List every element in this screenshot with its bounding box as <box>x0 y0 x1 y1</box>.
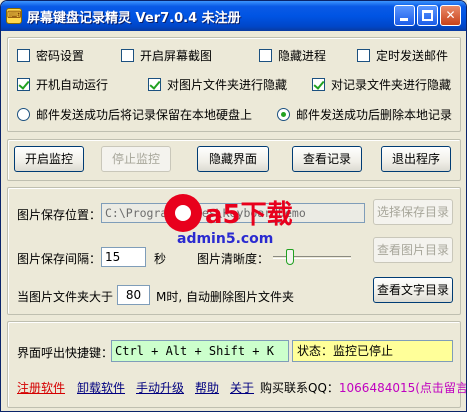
interval-input[interactable]: 15 <box>101 247 146 267</box>
view-images-button[interactable]: 查看图片目录 <box>373 237 453 263</box>
checkbox-box[interactable] <box>17 49 30 62</box>
minimize-button[interactable] <box>394 5 415 26</box>
clarity-slider[interactable] <box>271 248 353 266</box>
keyboard-app-icon: ⌨ <box>6 8 22 24</box>
start-monitor-button[interactable]: 开启监控 <box>14 146 84 172</box>
view-text-button[interactable]: 查看文字目录 <box>373 277 453 303</box>
close-button[interactable]: ✕ <box>440 5 461 26</box>
save-path-field[interactable]: C:\Program Files\KeyboardDemo <box>101 203 365 223</box>
qq-contact[interactable]: 购买联系QQ：1066484015(点击留言) <box>260 379 466 396</box>
slider-thumb[interactable] <box>286 249 294 265</box>
radio-dot[interactable] <box>277 108 290 121</box>
size-prefix-label: 当图片文件夹大于 <box>17 290 114 304</box>
keep-local-radio[interactable]: 邮件发送成功后将记录保留在本地硬盘上 <box>17 106 252 123</box>
uninstall-link[interactable]: 卸载软件 <box>77 379 125 396</box>
qq-label: 购买联系QQ： <box>260 381 339 395</box>
size-limit-input[interactable]: 80 <box>117 285 150 305</box>
title-bar[interactable]: ⌨ 屏幕键盘记录精灵 Ver7.0.4 未注册 ✕ <box>1 1 466 31</box>
screenshot-checkbox[interactable]: 开启屏幕截图 <box>121 47 212 64</box>
hide-record-folder-checkbox[interactable]: 对记录文件夹进行隐藏 <box>312 76 451 93</box>
choose-dir-button[interactable]: 选择保存目录 <box>373 199 453 225</box>
interval-unit: 秒 <box>154 252 167 266</box>
delete-local-radio[interactable]: 邮件发送成功后删除本地记录 <box>277 106 452 123</box>
view-records-button[interactable]: 查看记录 <box>292 146 362 172</box>
qq-number[interactable]: 1066484015(点击留言) <box>339 381 466 395</box>
about-link[interactable]: 关于 <box>230 379 254 396</box>
clarity-label: 图片清晰度： <box>197 252 270 266</box>
main-window: ⌨ 屏幕键盘记录精灵 Ver7.0.4 未注册 ✕ 密码设置 开启屏幕截图 隐藏… <box>0 0 467 412</box>
hotkey-field[interactable]: Ctrl + Alt + Shift + K <box>111 340 289 362</box>
upgrade-link[interactable]: 手动升级 <box>136 379 184 396</box>
slider-track <box>273 256 351 259</box>
close-icon: ✕ <box>445 8 456 22</box>
stop-monitor-button[interactable]: 停止监控 <box>101 146 171 172</box>
size-suffix-label: M时, 自动删除图片文件夹 <box>156 290 294 304</box>
checkbox-box[interactable] <box>148 78 161 91</box>
path-label: 图片保存位置： <box>17 208 102 222</box>
hide-ui-button[interactable]: 隐藏界面 <box>197 146 269 172</box>
checkbox-box[interactable] <box>357 49 370 62</box>
exit-button[interactable]: 退出程序 <box>381 146 451 172</box>
checkbox-box[interactable] <box>312 78 325 91</box>
checkbox-box[interactable] <box>259 49 272 62</box>
interval-label: 图片保存间隔： <box>17 252 102 266</box>
register-link[interactable]: 注册软件 <box>17 379 65 396</box>
maximize-button[interactable] <box>417 5 438 26</box>
autostart-checkbox[interactable]: 开机自动运行 <box>17 76 108 93</box>
checkbox-box[interactable] <box>17 78 30 91</box>
password-checkbox[interactable]: 密码设置 <box>17 47 84 64</box>
checkbox-box[interactable] <box>121 49 134 62</box>
status-field: 状态：监控已停止 <box>292 340 453 362</box>
hide-process-checkbox[interactable]: 隐藏进程 <box>259 47 326 64</box>
hide-image-folder-checkbox[interactable]: 对图片文件夹进行隐藏 <box>148 76 287 93</box>
hotkey-label: 界面呼出快捷键： <box>17 346 114 360</box>
maximize-icon <box>422 10 433 21</box>
timed-email-checkbox[interactable]: 定时发送邮件 <box>357 47 448 64</box>
help-link[interactable]: 帮助 <box>195 379 219 396</box>
window-title: 屏幕键盘记录精灵 Ver7.0.4 未注册 <box>27 11 241 26</box>
radio-dot[interactable] <box>17 108 30 121</box>
minimize-icon <box>400 18 408 21</box>
